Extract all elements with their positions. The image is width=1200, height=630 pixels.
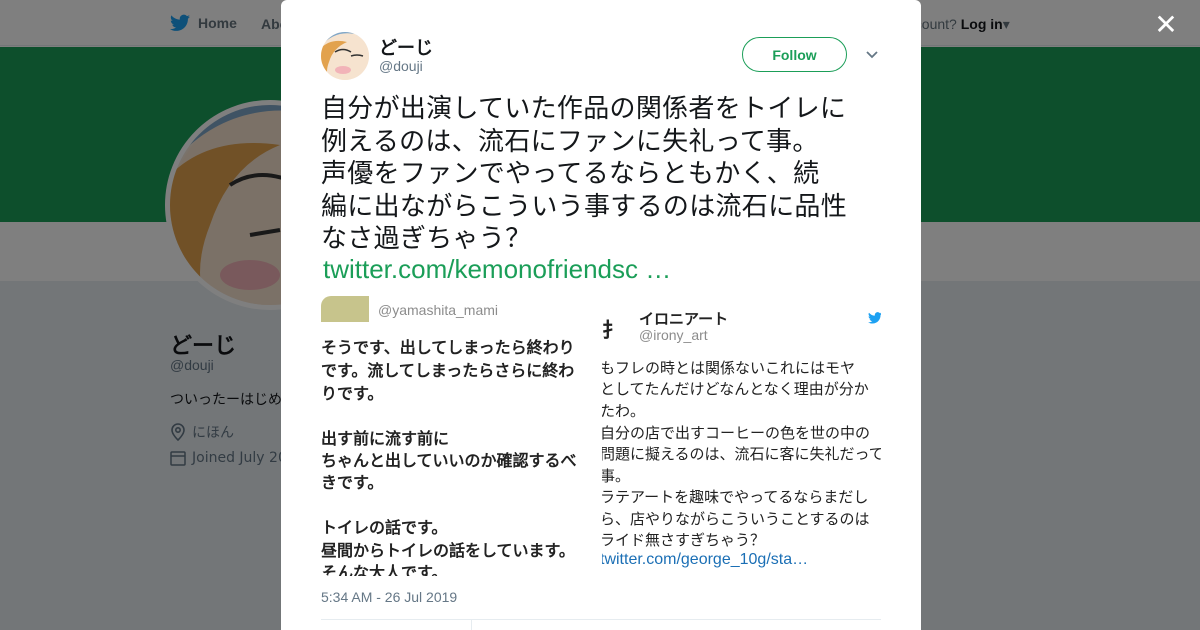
media-right-link: twitter.com/george_10g/sta… <box>602 551 809 568</box>
media-left-line: 出す前に流す前に <box>321 429 450 448</box>
media-left-line: そんな大人です。 <box>321 563 448 576</box>
media-left-line: きです。 <box>321 473 384 492</box>
tweet-modal: どーじ @douji Follow 自分が出演していた作品の関係者をトイレに 例… <box>281 0 921 630</box>
media-left-line: です。流してしまったらさらに終わ <box>321 361 575 380</box>
close-icon[interactable]: ✕ <box>1153 11 1179 39</box>
media-left-handle: @yamashita_mami <box>378 302 499 318</box>
divider <box>321 619 881 620</box>
media-right-handle: @irony_art <box>639 327 708 343</box>
author-name[interactable]: どーじ <box>379 34 433 60</box>
media-left-avatar <box>321 296 369 322</box>
media-right-line: 事。 <box>602 467 631 485</box>
media-image-right[interactable]: ⺘ イロニアート @irony_art もフレの時とは関係ないこれにはモヤ とし… <box>602 296 881 576</box>
tweet-quoted-link[interactable]: twitter.com/kemonofriendsc … <box>323 254 671 285</box>
media-right-line: ライド無さすぎちゃう？ <box>602 531 766 549</box>
follow-button[interactable]: Follow <box>742 37 847 72</box>
tweet-text-line: 編に出ながらこういう事するのは流石に品性 <box>321 191 848 222</box>
tweet-media[interactable]: @yamashita_mami そうです、出してしまったら終わり です。流してし… <box>321 296 881 576</box>
media-right-line: たわ。 <box>602 402 646 420</box>
irony-logo-icon: ⺘ <box>602 318 622 342</box>
media-right-line: ら、店やりながらこういうことするのは <box>602 510 870 528</box>
tweet-text: 自分が出演していた作品の関係者をトイレに 例えるのは、流石にファンに失礼って事。… <box>321 93 886 256</box>
media-left-line: ちゃんと出していいのか確認するべ <box>321 451 577 470</box>
author-handle[interactable]: @douji <box>379 58 423 74</box>
tweet-text-line: 声優をファンでやってるならともかく、続 <box>321 159 820 189</box>
divider <box>471 620 472 630</box>
chevron-down-icon[interactable] <box>864 46 880 62</box>
media-right-name: イロニアート <box>639 310 729 328</box>
tweet-text-line: なさ過ぎちゃう？ <box>321 224 532 254</box>
author-avatar[interactable] <box>321 32 369 80</box>
media-left-line: 昼間からトイレの話をしています。 <box>321 541 575 560</box>
tweet-text-line: 自分が出演していた作品の関係者をトイレに <box>321 94 847 124</box>
media-right-line: もフレの時とは関係ないこれにはモヤ <box>602 359 856 377</box>
twitter-bird-icon <box>868 312 881 324</box>
media-right-line: としてたんだけどなんとなく理由が分か <box>602 380 869 398</box>
media-right-line: ラテアートを趣味でやってるならまだし <box>602 488 869 506</box>
media-left-line: トイレの話です。 <box>321 518 448 537</box>
tweet-text-line: 例えるのは、流石にファンに失礼って事。 <box>321 126 819 157</box>
media-right-line: 問題に擬えるのは、流石に客に失礼だって <box>602 445 881 463</box>
media-left-line: りです。 <box>321 384 384 403</box>
media-right-line: 自分の店で出すコーヒーの色を世の中の <box>602 424 871 442</box>
media-image-left[interactable]: @yamashita_mami そうです、出してしまったら終わり です。流してし… <box>321 296 600 576</box>
tweet-timestamp[interactable]: 5:34 AM - 26 Jul 2019 <box>321 589 457 605</box>
media-left-line: そうです、出してしまったら終わり <box>321 338 575 357</box>
